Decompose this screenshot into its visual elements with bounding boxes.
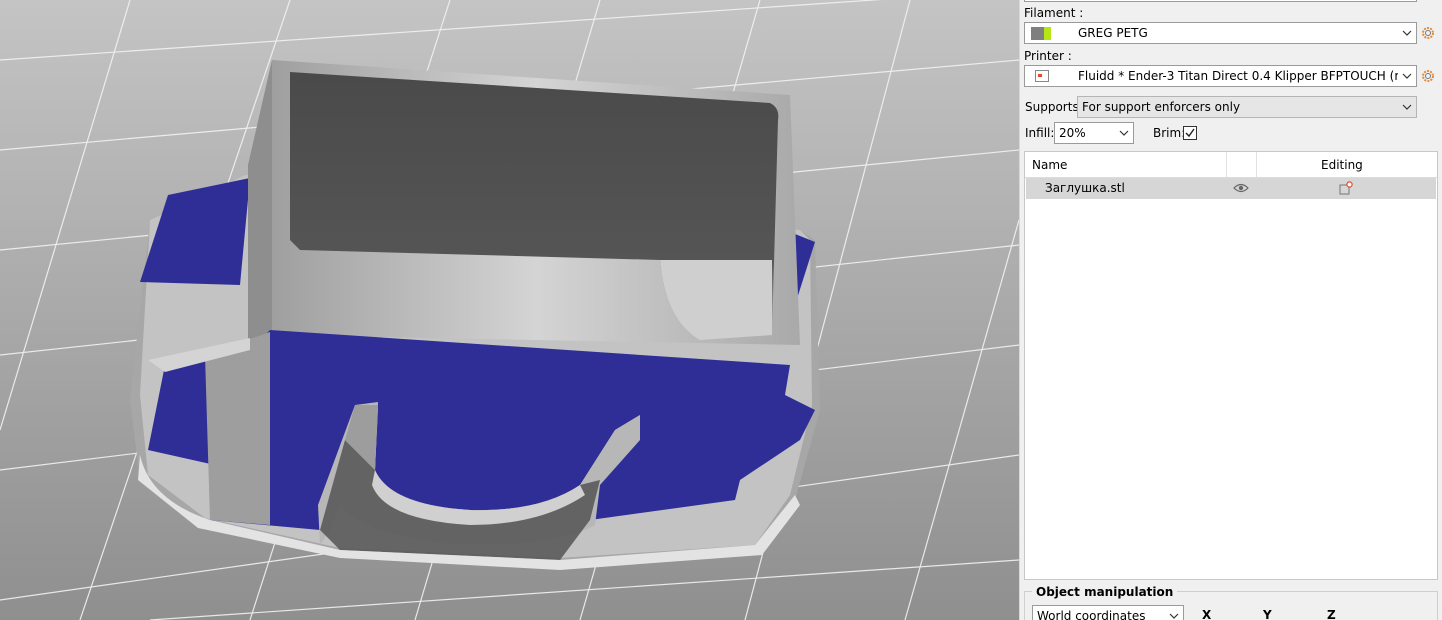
brim-label: Brim: [1153,126,1186,140]
axis-z-label: Z [1327,608,1336,620]
filament-value: GREG PETG [1078,26,1148,40]
filament-color-swatch-green [1044,27,1051,40]
filament-combo[interactable]: GREG PETG [1024,22,1417,44]
axis-y-label: Y [1263,608,1272,620]
3d-scene[interactable] [0,0,1019,620]
printer-icon [1035,70,1049,82]
supports-combo[interactable]: For support enforcers only [1077,96,1417,118]
brim-checkbox[interactable] [1183,126,1197,140]
chevron-down-icon [1402,73,1412,79]
chevron-down-icon [1402,104,1412,110]
printer-settings-gear-icon[interactable] [1421,69,1435,83]
object-manipulation-title: Object manipulation [1032,585,1178,599]
infill-value: 20% [1059,126,1086,140]
infill-combo[interactable]: 20% [1054,122,1134,144]
printer-label: Printer : [1024,49,1072,63]
chevron-down-icon [1169,613,1179,619]
coordinate-system-value: World coordinates [1037,609,1146,620]
edit-object-icon[interactable] [1339,181,1353,195]
filament-settings-gear-icon[interactable] [1421,26,1435,40]
column-header-editing[interactable]: Editing [1257,152,1437,178]
column-header-visibility[interactable] [1227,152,1257,178]
object-name: Заглушка.stl [1045,181,1125,195]
table-row[interactable]: Заглушка.stl [1026,178,1436,199]
filament-label: Filament : [1024,6,1084,20]
infill-label: Infill: [1025,126,1055,140]
object-list[interactable]: Name Editing Заглушка.stl [1024,151,1438,580]
printer-value: Fluidd * Ender-3 Titan Direct 0.4 Klippe… [1078,69,1398,83]
eye-icon[interactable] [1233,183,1249,193]
coordinate-system-combo[interactable]: World coordinates [1032,605,1184,620]
column-header-name-text: Name [1032,158,1068,172]
column-header-name[interactable]: Name [1025,152,1227,178]
print-settings-combo[interactable] [1024,0,1417,2]
3d-viewport[interactable] [0,0,1019,620]
axis-x-label: X [1202,608,1212,620]
printer-combo[interactable]: Fluidd * Ender-3 Titan Direct 0.4 Klippe… [1024,65,1417,87]
supports-label: Supports: [1025,100,1083,114]
chevron-down-icon [1402,30,1412,36]
object-manipulation-panel: Object manipulation World coordinates X … [1024,583,1438,620]
column-header-editing-text: Editing [1321,158,1363,172]
supports-value: For support enforcers only [1082,100,1241,114]
filament-color-swatch-gray [1031,27,1044,40]
chevron-down-icon [1119,130,1129,136]
